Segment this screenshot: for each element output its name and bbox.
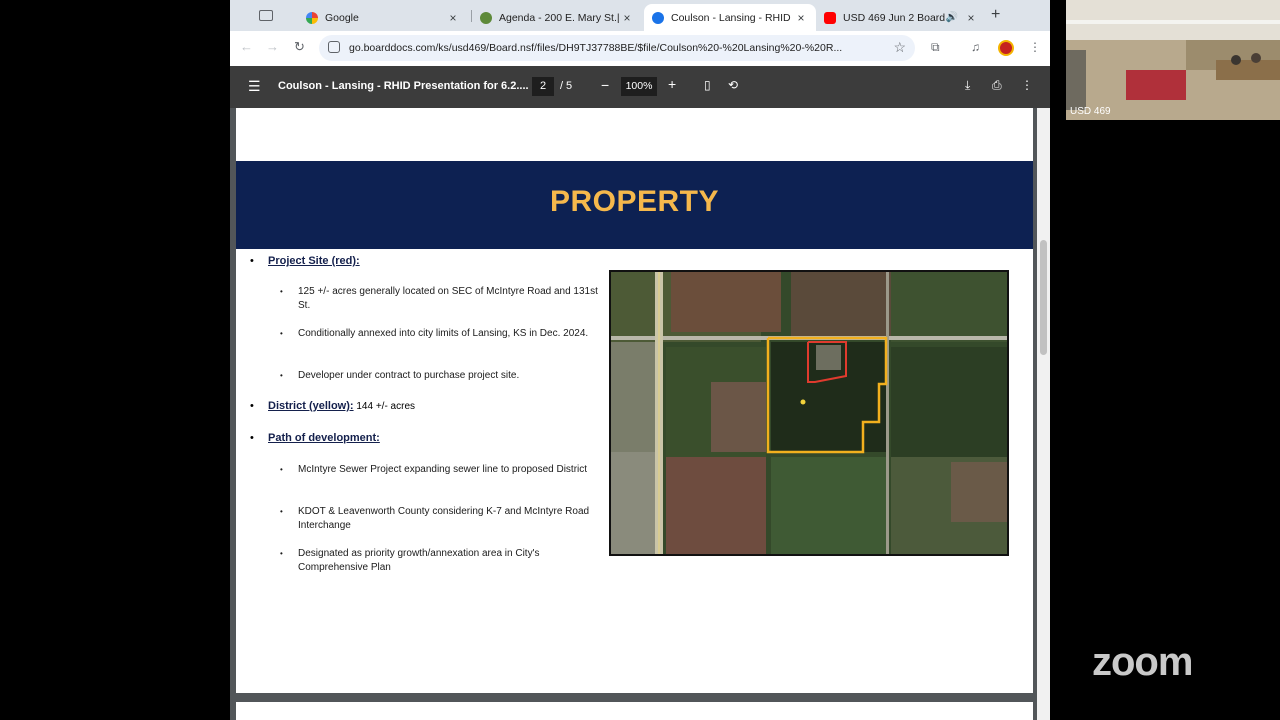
forward-icon[interactable]: → (266, 39, 279, 54)
cast-icon[interactable]: ⧉ (931, 40, 940, 55)
bullet-dot: • (280, 507, 283, 516)
tab-label: Agenda - 200 E. Mary St.| (499, 11, 620, 24)
aerial-map-image (611, 272, 1007, 554)
sub-bullet-text: 125 +/- acres generally located on SEC o… (298, 286, 598, 311)
boarddocs-favicon-icon (652, 11, 664, 24)
bullet-heading: Project Site (red): (268, 255, 360, 267)
bullet-dot: • (280, 329, 283, 338)
sub-bullet-text: Developer under contract to purchase pro… (298, 370, 520, 381)
browser-menu-icon[interactable]: ⋮ (1029, 40, 1041, 54)
close-tab-icon[interactable]: × (620, 11, 634, 25)
tab-label: Google (325, 11, 359, 24)
bullet-path-of-development: • Path of development: (250, 432, 380, 444)
more-actions-icon[interactable]: ⋮ (1021, 78, 1033, 92)
tab-agenda[interactable]: Agenda - 200 E. Mary St.| × (472, 4, 642, 31)
participant-video[interactable]: USD 469 (1066, 0, 1280, 120)
zoom-in-button[interactable]: + (668, 76, 676, 92)
zoom-out-button[interactable]: − (601, 77, 609, 93)
participant-name: USD 469 (1070, 106, 1111, 117)
sub-bullet-text: KDOT & Leavenworth County considering K-… (298, 506, 590, 531)
close-tab-icon[interactable]: × (794, 11, 808, 25)
browser-toolbar: ← → ↻ go.boarddocs.com/ks/usd469/Board.n… (230, 31, 1050, 66)
bullet-project-site: • Project Site (red): (250, 255, 360, 267)
rotate-icon[interactable]: ⟲ (728, 78, 738, 92)
page-number-input[interactable]: 2 (532, 77, 554, 96)
pdf-viewport[interactable]: PROPERTY • Project Site (red): • 125 +/-… (230, 108, 1050, 720)
zoom-logo: zoom (1092, 640, 1193, 684)
document-title: Coulson - Lansing - RHID Presentation fo… (278, 80, 529, 92)
scrollbar-thumb[interactable] (1040, 240, 1047, 355)
bullet-dot: • (250, 432, 254, 444)
browser-window: Google × Agenda - 200 E. Mary St.| × Cou… (230, 0, 1050, 720)
pdf-page: PROPERTY • Project Site (red): • 125 +/-… (236, 108, 1033, 693)
sub-bullet-text: Designated as priority growth/annexation… (298, 548, 540, 573)
slide-title: PROPERTY (549, 185, 720, 218)
sub-bullet: • Developer under contract to purchase p… (280, 369, 603, 383)
bullet-dot: • (280, 287, 283, 296)
download-icon[interactable]: ⤓ (965, 78, 970, 93)
tab-strip: Google × Agenda - 200 E. Mary St.| × Cou… (230, 0, 1050, 31)
bookmark-star-icon[interactable]: ☆ (893, 39, 906, 56)
sub-bullet: • McIntyre Sewer Project expanding sewer… (280, 463, 603, 477)
tab-search-icon[interactable] (254, 7, 276, 23)
tab-label: USD 469 Jun 2 Board o (843, 11, 946, 24)
close-tab-icon[interactable]: × (446, 11, 460, 25)
scrollbar-track[interactable] (1037, 108, 1050, 720)
youtube-favicon-icon (824, 11, 836, 24)
new-tab-button[interactable]: + (991, 6, 1000, 24)
pdf-viewer-toolbar: ☰ Coulson - Lansing - RHID Presentation … (230, 66, 1050, 108)
sub-bullet: • 125 +/- acres generally located on SEC… (280, 285, 603, 313)
bullet-dot: • (250, 255, 254, 267)
tab-youtube[interactable]: USD 469 Jun 2 Board o 🔊 × (816, 4, 986, 31)
close-tab-icon[interactable]: × (964, 11, 978, 25)
meeting-room-video-image (1066, 0, 1280, 120)
google-favicon-icon (306, 11, 318, 24)
bullet-heading: Path of development: (268, 432, 380, 444)
sub-bullet-text: Conditionally annexed into city limits o… (298, 328, 589, 339)
page-total: 5 (566, 80, 573, 92)
page-separator: / (560, 80, 564, 92)
tab-google[interactable]: Google × (298, 4, 468, 31)
print-icon[interactable]: ⎙ (992, 78, 1002, 93)
tab-label: Coulson - Lansing - RHID P (671, 11, 794, 24)
boarddocs-favicon-icon (480, 11, 492, 24)
tab-coulson-pdf[interactable]: Coulson - Lansing - RHID P × (644, 4, 816, 31)
sub-bullet: • KDOT & Leavenworth County considering … (280, 505, 603, 533)
bullet-dot: • (280, 465, 283, 474)
address-bar[interactable]: go.boarddocs.com/ks/usd469/Board.nsf/fil… (319, 35, 915, 61)
bullet-dot: • (280, 371, 283, 380)
sub-bullet-text: McIntyre Sewer Project expanding sewer l… (298, 464, 588, 475)
media-controls-icon[interactable]: ♫ (971, 40, 980, 54)
bullet-district: • District (yellow): 144 +/- acres (250, 400, 415, 412)
hamburger-menu-icon[interactable]: ☰ (248, 78, 261, 95)
profile-avatar[interactable] (998, 40, 1014, 56)
bullet-suffix: 144 +/- acres (353, 401, 415, 412)
fit-to-page-icon[interactable]: ▯ (704, 78, 711, 92)
back-icon[interactable]: ← (240, 39, 253, 54)
bullet-dot: • (250, 400, 254, 412)
speaker-icon[interactable]: 🔊 (946, 12, 958, 23)
aerial-map (609, 270, 1009, 556)
sub-bullet: • Designated as priority growth/annexati… (280, 547, 603, 575)
zoom-level-input[interactable]: 100% (621, 77, 657, 96)
site-info-icon[interactable] (328, 41, 340, 53)
reload-icon[interactable]: ↻ (294, 39, 305, 55)
bullet-heading: District (yellow): (268, 400, 354, 412)
next-pdf-page (236, 702, 1033, 720)
sub-bullet: • Conditionally annexed into city limits… (280, 327, 603, 341)
url-text[interactable]: go.boarddocs.com/ks/usd469/Board.nsf/fil… (349, 42, 889, 54)
slide-banner: PROPERTY (236, 161, 1033, 249)
bullet-dot: • (280, 549, 283, 558)
